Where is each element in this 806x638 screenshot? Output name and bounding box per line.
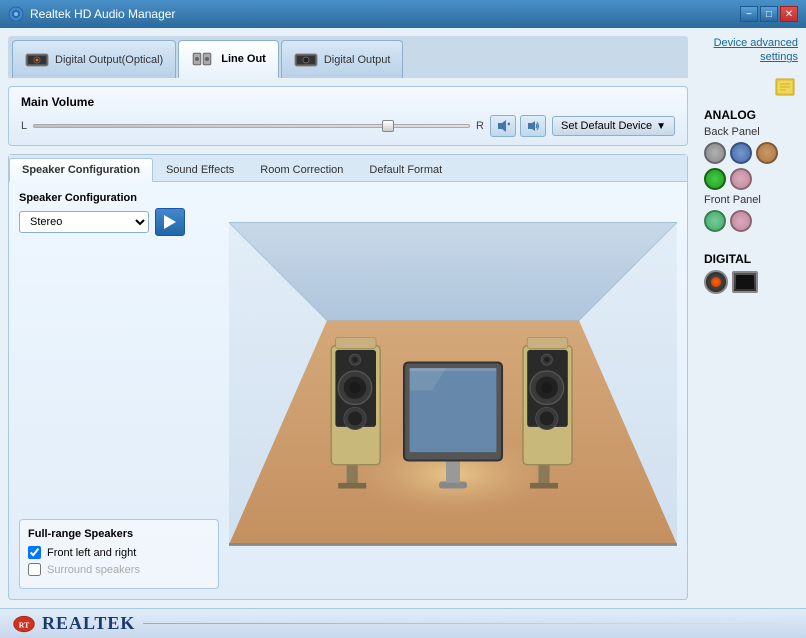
surround-speakers-checkbox[interactable] [28, 563, 41, 576]
volume-row: L R [21, 115, 675, 137]
front-connector-dot-2[interactable] [730, 210, 752, 232]
digital-header: DIGITAL [704, 252, 798, 266]
svg-text:RT: RT [19, 620, 30, 629]
inner-tabs-container: Speaker Configuration Sound Effects Room… [8, 154, 688, 600]
realtek-logo: RT REALTEK [12, 613, 135, 634]
speaker-config-select[interactable]: Stereo Quadraphonic 5.1 Speaker 7.1 Spea… [19, 211, 149, 233]
front-panel-label: Front Panel [704, 194, 798, 206]
speaker-left-controls: Speaker Configuration Stereo Quadraphoni… [19, 192, 219, 589]
front-speakers-label: Front left and right [47, 547, 136, 559]
right-panel: Device advanced settings ANALOG Back Pan… [696, 28, 806, 608]
tab-default-format[interactable]: Default Format [356, 158, 455, 181]
tab-speaker-configuration[interactable]: Speaker Configuration [9, 158, 153, 182]
back-panel-dots [704, 142, 798, 190]
minimize-button[interactable]: − [740, 6, 758, 22]
full-range-box: Full-range Speakers Front left and right… [19, 519, 219, 589]
device-advanced-link[interactable]: Device advanced settings [704, 36, 798, 65]
set-default-button[interactable]: Set Default Device ▼ [552, 116, 675, 136]
connector-dot-1[interactable] [704, 142, 726, 164]
speaker-select-row: Stereo Quadraphonic 5.1 Speaker 7.1 Spea… [19, 208, 219, 236]
notebook-icon [774, 77, 798, 97]
optical-tab-icon [25, 48, 49, 72]
speaker-config-section: Speaker Configuration Stereo Quadraphoni… [19, 192, 219, 236]
window-title: Realtek HD Audio Manager [30, 7, 740, 21]
optical-tab-label: Digital Output(Optical) [55, 54, 163, 66]
tab-line-out[interactable]: Line Out [178, 40, 279, 78]
connector-dot-5[interactable] [730, 168, 752, 190]
volume-label: Main Volume [21, 95, 675, 109]
connector-dot-2[interactable] [730, 142, 752, 164]
volume-section: Main Volume L R [8, 86, 688, 146]
tab-digital-output[interactable]: Digital Output [281, 40, 404, 78]
speaker-config-section-label: Speaker Configuration [19, 192, 219, 204]
inner-tabs: Speaker Configuration Sound Effects Room… [9, 155, 687, 182]
full-range-title: Full-range Speakers [28, 528, 210, 540]
speaker-content: Speaker Configuration Stereo Quadraphoni… [9, 182, 687, 599]
digital-section: DIGITAL [704, 252, 798, 294]
app-icon [8, 6, 24, 22]
volume-right-label: R [476, 120, 484, 132]
lineout-tab-label: Line Out [221, 53, 266, 65]
volume-slider[interactable] [33, 118, 470, 134]
maximize-button[interactable]: □ [760, 6, 778, 22]
optical-connector[interactable] [704, 270, 728, 294]
lineout-tab-icon [191, 47, 215, 71]
surround-speakers-label: Surround speakers [47, 564, 140, 576]
back-panel-label: Back Panel [704, 126, 798, 138]
connector-dot-4-active[interactable] [704, 168, 726, 190]
tab-digital-optical[interactable]: Digital Output(Optical) [12, 40, 176, 78]
play-icon [164, 215, 176, 229]
mute-button[interactable] [490, 115, 516, 137]
close-button[interactable]: ✕ [780, 6, 798, 22]
analog-header: ANALOG [704, 108, 798, 122]
volume-icon-button[interactable] [520, 115, 546, 137]
tab-sound-effects[interactable]: Sound Effects [153, 158, 247, 181]
front-connector-dot-1[interactable] [704, 210, 726, 232]
front-panel-dots [704, 210, 798, 232]
footer-line [143, 623, 794, 624]
front-speakers-row: Front left and right [28, 546, 210, 559]
title-bar: Realtek HD Audio Manager − □ ✕ [0, 0, 806, 28]
footer: RT REALTEK [0, 608, 806, 638]
left-panel: Digital Output(Optical) Line Out [0, 28, 696, 608]
analog-section: ANALOG Back Panel Front Panel [704, 108, 798, 236]
volume-left-label: L [21, 120, 27, 132]
speaker-visualization [229, 192, 677, 589]
digital-port[interactable] [732, 271, 758, 293]
digital-connectors [704, 270, 798, 294]
notebook-icon-area [704, 77, 798, 100]
realtek-text: REALTEK [42, 613, 135, 634]
tab-room-correction[interactable]: Room Correction [247, 158, 356, 181]
window-controls: − □ ✕ [740, 6, 798, 22]
volume-controls [490, 115, 546, 137]
realtek-logo-icon: RT [12, 614, 36, 634]
optical-inner [711, 277, 721, 287]
main-container: Digital Output(Optical) Line Out [0, 28, 806, 608]
surround-speakers-row: Surround speakers [28, 563, 210, 576]
connector-dot-3[interactable] [756, 142, 778, 164]
digitalout-tab-label: Digital Output [324, 54, 391, 66]
front-speakers-checkbox[interactable] [28, 546, 41, 559]
dropdown-arrow-icon: ▼ [656, 121, 666, 132]
digital-port-inner [736, 275, 754, 289]
device-tabs: Digital Output(Optical) Line Out [8, 36, 688, 78]
digitalout-tab-icon [294, 48, 318, 72]
play-button[interactable] [155, 208, 185, 236]
